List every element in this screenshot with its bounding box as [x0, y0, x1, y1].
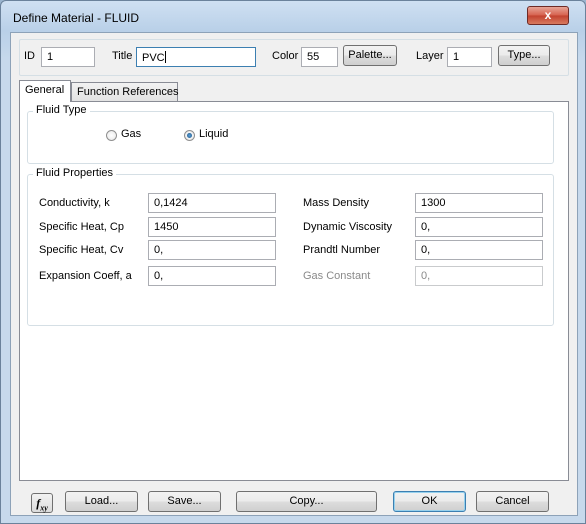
dynamic-viscosity-field[interactable]: 0, [415, 217, 543, 237]
text-caret [164, 51, 166, 63]
palette-button[interactable]: Palette... [343, 45, 397, 66]
cancel-button[interactable]: Cancel [476, 491, 549, 512]
title-label: Title [112, 50, 133, 62]
fluid-type-title: Fluid Type [33, 104, 90, 116]
id-field[interactable]: 1 [41, 47, 95, 67]
dialog-client-area: ID 1 Title PVC Color 55 Palette... Layer… [10, 32, 578, 516]
layer-field[interactable]: 1 [447, 47, 492, 67]
copy-button[interactable]: Copy... [236, 491, 377, 512]
title-field-text: PVC [142, 52, 165, 64]
mass-density-label: Mass Density [303, 197, 370, 209]
fxy-function-icon[interactable]: fxy [31, 493, 53, 513]
color-label: Color [272, 50, 299, 62]
window-title: Define Material - FLUID [13, 11, 140, 25]
fluid-properties-title: Fluid Properties [33, 167, 117, 179]
type-button[interactable]: Type... [498, 45, 550, 66]
liquid-label[interactable]: Liquid [199, 128, 228, 140]
title-field[interactable]: PVC [136, 47, 256, 67]
save-button[interactable]: Save... [148, 491, 221, 512]
specific-heat-cp-label: Specific Heat, Cp [39, 221, 124, 233]
ok-button[interactable]: OK [393, 491, 466, 512]
close-icon: x [544, 8, 552, 22]
title-bar[interactable]: Define Material - FLUID x [1, 1, 585, 31]
gas-radio[interactable] [106, 130, 117, 141]
dynamic-viscosity-label: Dynamic Viscosity [303, 221, 393, 233]
tab-general[interactable]: General [19, 80, 71, 102]
dialog-window: Define Material - FLUID x ID 1 Title PVC… [0, 0, 586, 524]
gas-constant-label: Gas Constant [303, 270, 371, 282]
prandtl-number-label: Prandtl Number [303, 244, 381, 256]
gas-constant-field: 0, [415, 266, 543, 286]
gas-label[interactable]: Gas [121, 128, 141, 140]
fluid-type-group: Fluid Type Gas Liquid [27, 104, 554, 164]
liquid-radio[interactable] [184, 130, 195, 141]
tab-function-references[interactable]: Function References [71, 82, 179, 101]
conductivity-field[interactable]: 0,1424 [148, 193, 276, 213]
general-tab-panel: Fluid Type Gas Liquid Fluid Properties C… [19, 101, 569, 481]
specific-heat-cv-label: Specific Heat, Cv [39, 244, 124, 256]
id-label: ID [24, 50, 35, 62]
layer-label: Layer [416, 50, 444, 62]
specific-heat-cp-field[interactable]: 1450 [148, 217, 276, 237]
load-button[interactable]: Load... [65, 491, 138, 512]
prandtl-number-field[interactable]: 0, [415, 240, 543, 260]
fluid-properties-group: Fluid Properties Conductivity, k 0,1424 … [27, 167, 554, 326]
header-group: ID 1 Title PVC Color 55 Palette... Layer… [19, 39, 569, 76]
expansion-coeff-label: Expansion Coeff, a [39, 270, 132, 282]
specific-heat-cv-field[interactable]: 0, [148, 240, 276, 260]
expansion-coeff-field[interactable]: 0, [148, 266, 276, 286]
color-field[interactable]: 55 [301, 47, 338, 67]
close-button[interactable]: x [527, 6, 569, 25]
conductivity-label: Conductivity, k [39, 197, 110, 209]
mass-density-field[interactable]: 1300 [415, 193, 543, 213]
